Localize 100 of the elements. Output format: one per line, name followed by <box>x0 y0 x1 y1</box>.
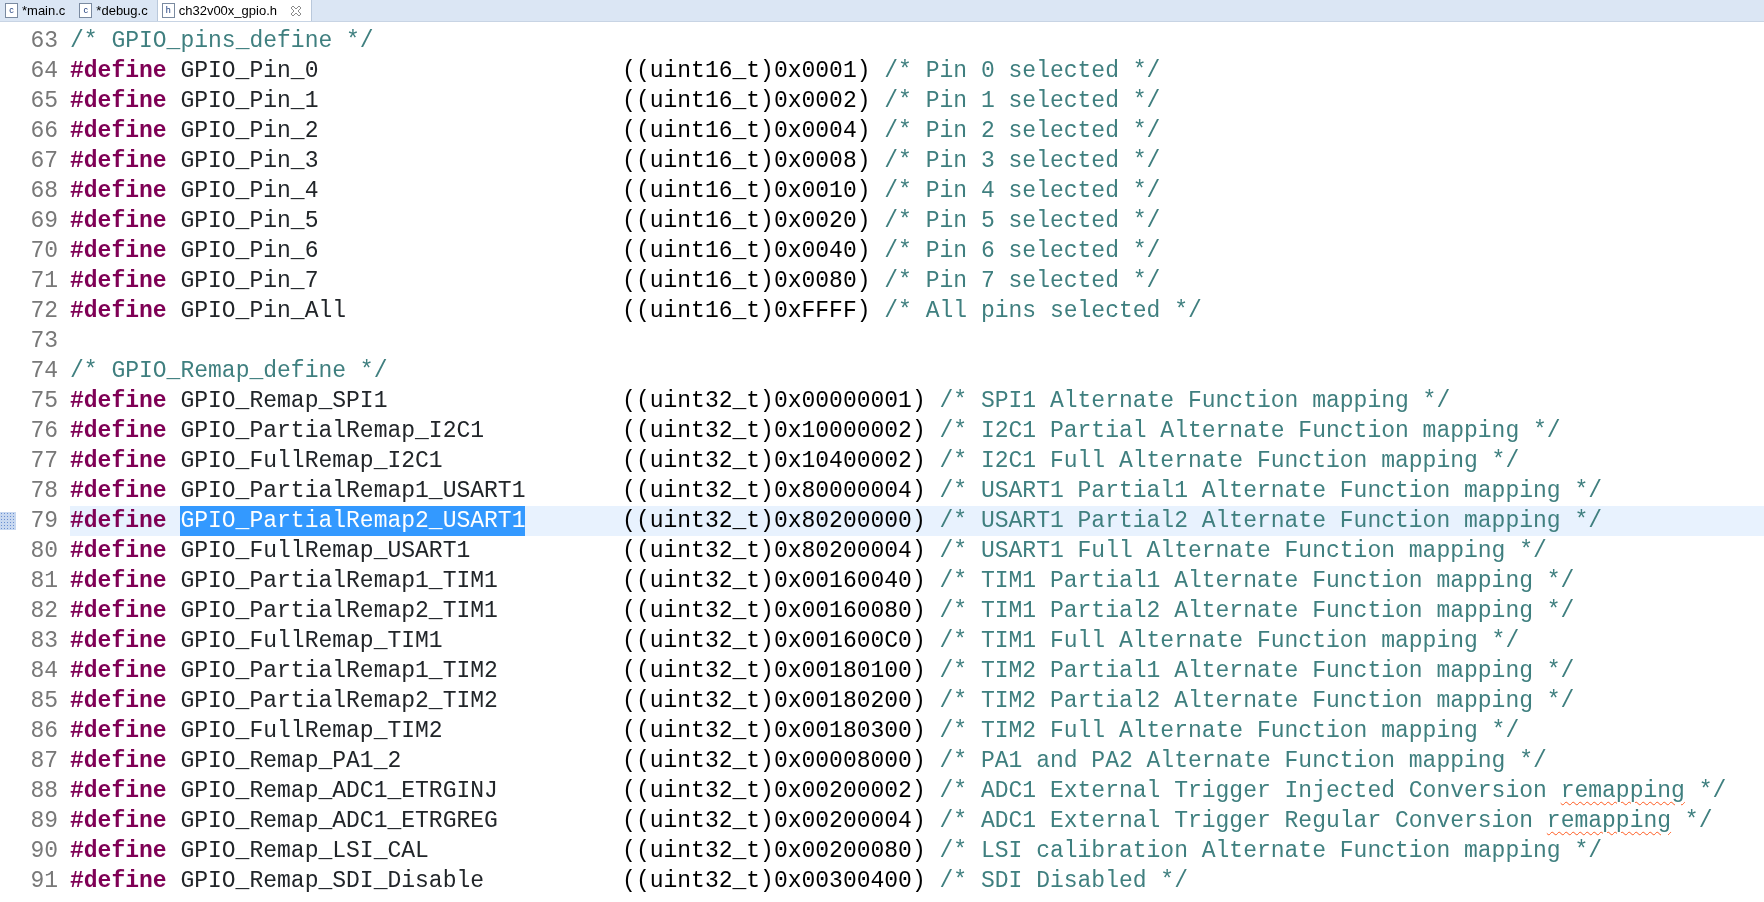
macro-name: GPIO_PartialRemap1_TIM1 <box>180 567 498 596</box>
macro-value: ((uint32_t)0x10400002) <box>622 447 927 476</box>
code-comment: /* Pin 7 selected */ <box>884 268 1161 294</box>
code-comment: /* USART1 Partial1 Alternate Function mapping */ <box>939 478 1603 504</box>
preprocessor-keyword: #define <box>70 837 168 866</box>
macro-value: ((uint16_t)0x0080) <box>622 267 872 296</box>
editor-tab[interactable]: h ch32v00x_gpio.h <box>156 0 312 21</box>
macro-name: GPIO_Remap_SPI1 <box>180 387 388 416</box>
macro-name: GPIO_Pin_4 <box>180 177 319 206</box>
line-number: 81 <box>29 567 58 596</box>
code-comment: /* TIM1 Partial2 Alternate Function mapping */ <box>939 598 1575 624</box>
macro-value: ((uint32_t)0x00000001) <box>622 387 927 416</box>
line-number: 66 <box>29 117 58 146</box>
line-number: 74 <box>29 357 58 386</box>
line-number: 87 <box>29 747 58 776</box>
macro-value: ((uint32_t)0x00180100) <box>622 657 927 686</box>
line-number: 89 <box>29 807 58 836</box>
preprocessor-keyword: #define <box>70 207 168 236</box>
code-comment: /* All pins selected */ <box>884 298 1202 324</box>
line-number: 67 <box>29 147 58 176</box>
preprocessor-keyword: #define <box>70 447 168 476</box>
macro-value: ((uint16_t)0x0010) <box>622 177 872 206</box>
preprocessor-keyword: #define <box>70 657 168 686</box>
preprocessor-keyword: #define <box>70 537 168 566</box>
code-comment: /* I2C1 Full Alternate Function mapping */ <box>939 448 1520 474</box>
line-number: 77 <box>29 447 58 476</box>
line-number: 64 <box>29 57 58 86</box>
code-comment: /* Pin 0 selected */ <box>884 58 1161 84</box>
line-number: 72 <box>29 297 58 326</box>
line-number: 80 <box>29 537 58 566</box>
code-comment: /* TIM2 Full Alternate Function mapping */ <box>939 718 1520 744</box>
macro-name: GPIO_Remap_ADC1_ETRGREG <box>180 807 498 836</box>
line-number: 90 <box>29 837 58 866</box>
macro-name: GPIO_Pin_2 <box>180 117 319 146</box>
macro-value: ((uint32_t)0x00300400) <box>622 867 927 896</box>
macro-value: ((uint16_t)0x0001) <box>622 57 872 86</box>
line-number: 69 <box>29 207 58 236</box>
preprocessor-keyword: #define <box>70 507 168 536</box>
file-icon: h <box>161 3 175 18</box>
macro-value: ((uint16_t)0xFFFF) <box>622 297 872 326</box>
macro-name: GPIO_Pin_6 <box>180 237 319 266</box>
macro-value: ((uint32_t)0x00180200) <box>622 687 927 716</box>
macro-value: ((uint32_t)0x00200004) <box>622 807 927 836</box>
line-number: 78 <box>29 477 58 506</box>
macro-value: ((uint16_t)0x0020) <box>622 207 872 236</box>
preprocessor-keyword: #define <box>70 687 168 716</box>
macro-name: GPIO_Remap_ADC1_ETRGINJ <box>180 777 498 806</box>
macro-value: ((uint32_t)0x80200000) <box>622 507 927 536</box>
macro-name: GPIO_PartialRemap1_USART1 <box>180 477 526 506</box>
macro-name: GPIO_FullRemap_I2C1 <box>180 447 443 476</box>
line-number: 63 <box>29 27 58 56</box>
macro-value: ((uint32_t)0x00160040) <box>622 567 927 596</box>
code-comment: /* Pin 6 selected */ <box>884 238 1161 264</box>
line-number: 70 <box>29 237 58 266</box>
macro-name: GPIO_FullRemap_USART1 <box>180 537 471 566</box>
line-number: 75 <box>29 387 58 416</box>
macro-name: GPIO_PartialRemap_I2C1 <box>180 417 485 446</box>
code-comment: /* Pin 5 selected */ <box>884 208 1161 234</box>
code-comment: /* GPIO_pins_define */ <box>70 28 374 54</box>
line-number: 86 <box>29 717 58 746</box>
macro-value: ((uint32_t)0x00200002) <box>622 777 927 806</box>
preprocessor-keyword: #define <box>70 177 168 206</box>
code-comment: /* LSI calibration Alternate Function mapping */ <box>939 838 1603 864</box>
macro-name: GPIO_Pin_5 <box>180 207 319 236</box>
preprocessor-keyword: #define <box>70 777 168 806</box>
close-icon[interactable] <box>289 3 303 18</box>
line-number: 76 <box>29 417 58 446</box>
code-comment: /* GPIO_Remap_define */ <box>70 358 388 384</box>
macro-value: ((uint32_t)0x001600C0) <box>622 627 927 656</box>
selected-text: GPIO_PartialRemap2_USART1 <box>180 506 526 536</box>
code-comment: /* USART1 Full Alternate Function mapping */ <box>939 538 1547 564</box>
code-comment: /* Pin 1 selected */ <box>884 88 1161 114</box>
macro-value: ((uint16_t)0x0040) <box>622 237 872 266</box>
macro-name: GPIO_Pin_7 <box>180 267 319 296</box>
editor-tab[interactable]: c *main.c <box>0 0 75 21</box>
macro-value: ((uint32_t)0x00160080) <box>622 597 927 626</box>
macro-value: ((uint16_t)0x0008) <box>622 147 872 176</box>
macro-name: GPIO_Remap_LSI_CAL <box>180 837 429 866</box>
macro-name: GPIO_PartialRemap2_TIM2 <box>180 687 498 716</box>
code-comment: /* TIM2 Partial2 Alternate Function mapping */ <box>939 688 1575 714</box>
editor-tab[interactable]: c *debug.c <box>74 0 157 21</box>
macro-name: GPIO_Remap_PA1_2 <box>180 747 402 776</box>
preprocessor-keyword: #define <box>70 417 168 446</box>
code-comment: /* TIM1 Partial1 Alternate Function mapping */ <box>939 568 1575 594</box>
preprocessor-keyword: #define <box>70 57 168 86</box>
code-comment: /* TIM2 Partial1 Alternate Function mapping */ <box>939 658 1575 684</box>
macro-value: ((uint32_t)0x10000002) <box>622 417 927 446</box>
macro-name: GPIO_Pin_3 <box>180 147 319 176</box>
line-number: 65 <box>29 87 58 116</box>
macro-value: ((uint32_t)0x00008000) <box>622 747 927 776</box>
preprocessor-keyword: #define <box>70 627 168 656</box>
macro-name: GPIO_PartialRemap2_TIM1 <box>180 597 498 626</box>
macro-value: ((uint32_t)0x80000004) <box>622 477 927 506</box>
line-number: 71 <box>29 267 58 296</box>
line-number: 73 <box>29 327 58 356</box>
file-icon: c <box>5 3 18 18</box>
macro-name: GPIO_FullRemap_TIM2 <box>180 717 443 746</box>
preprocessor-keyword: #define <box>70 87 168 116</box>
code-comment: /* Pin 4 selected */ <box>884 178 1161 204</box>
macro-name: GPIO_FullRemap_TIM1 <box>180 627 443 656</box>
